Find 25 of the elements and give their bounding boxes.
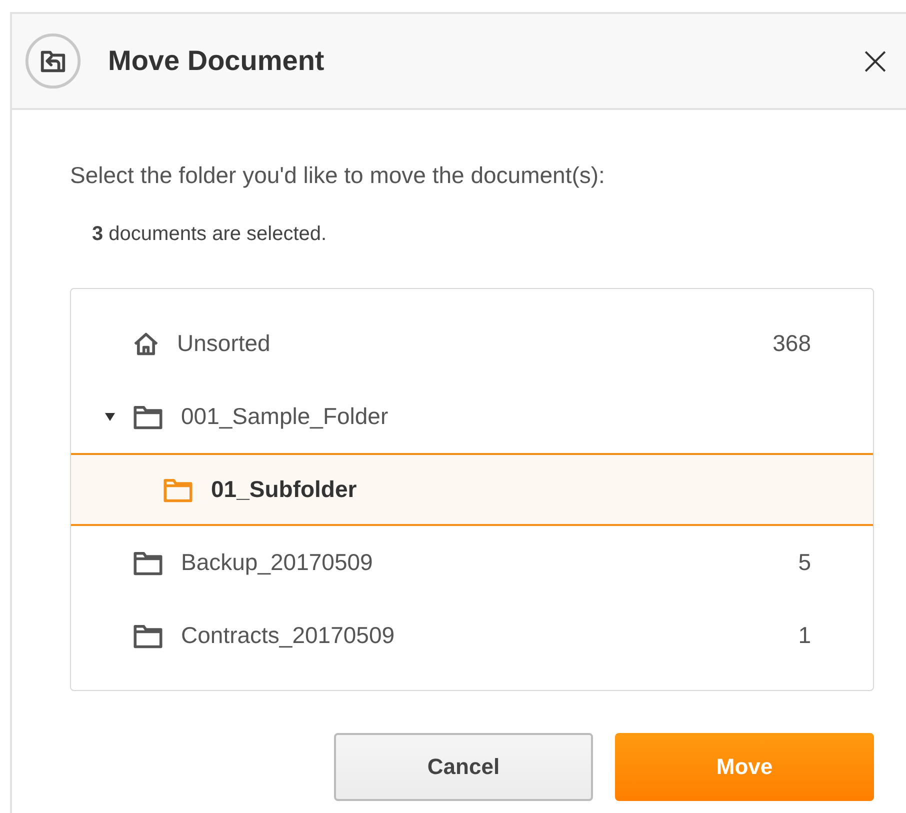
close-button[interactable]: × <box>852 41 898 81</box>
folder-name: 001_Sample_Folder <box>181 403 390 430</box>
folder-icon <box>133 622 163 648</box>
folder-icon <box>163 476 193 502</box>
folder-row[interactable]: Backup_20170509 5 <box>71 526 853 599</box>
instruction-text: Select the folder you'd like to move the document(s): <box>70 162 606 189</box>
folder-name: Unsorted <box>177 330 272 357</box>
folder-name: Contracts_20170509 <box>181 622 396 649</box>
folder-row[interactable]: Unsorted 368 <box>71 307 853 380</box>
folder-row[interactable]: Contracts_20170509 1 <box>71 599 853 672</box>
folder-row[interactable]: 01_Subfolder <box>71 453 873 526</box>
collapse-arrow-icon[interactable] <box>105 412 115 422</box>
document-count: 368 <box>772 330 811 357</box>
folder-icon <box>133 550 163 576</box>
document-count: 5 <box>798 549 811 576</box>
document-count: 1 <box>798 622 811 649</box>
folder-name: Backup_20170509 <box>181 549 374 576</box>
home-icon <box>133 332 159 356</box>
folder-icon <box>133 404 163 430</box>
dialog-title: Move Document <box>108 45 326 77</box>
cancel-button[interactable]: Cancel <box>334 733 593 801</box>
selection-count-text: 3 documents are selected. <box>92 223 328 246</box>
folder-row[interactable]: 001_Sample_Folder <box>71 380 853 453</box>
folder-move-icon <box>24 32 82 90</box>
folder-name: 01_Subfolder <box>211 476 358 503</box>
